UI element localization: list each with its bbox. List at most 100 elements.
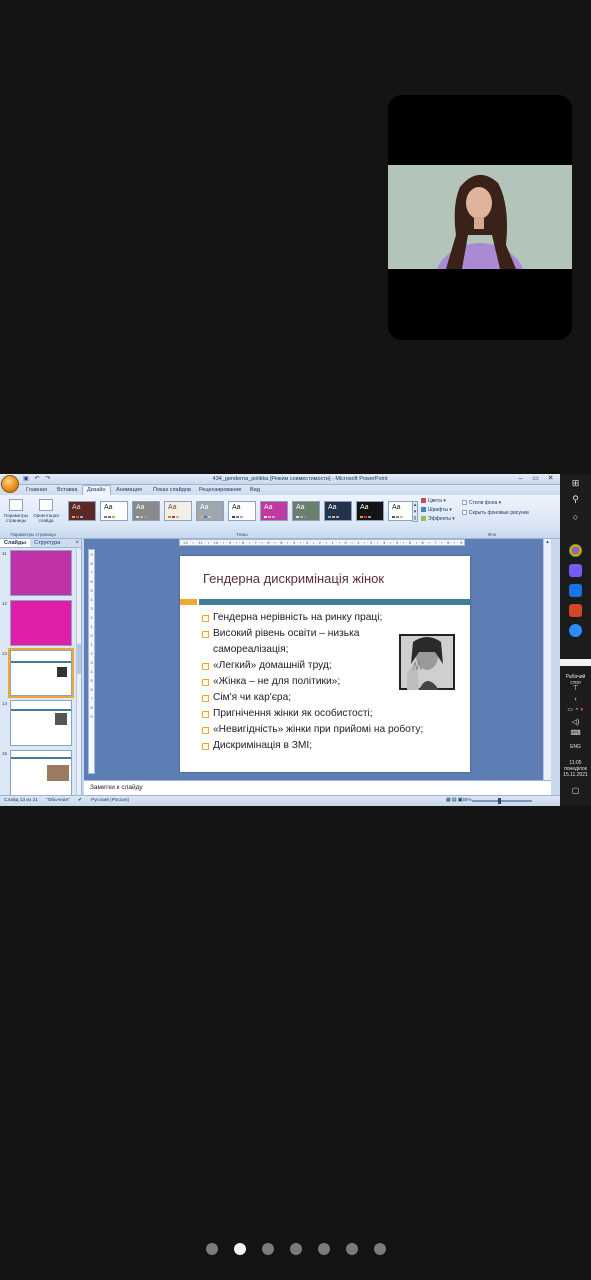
tab-home[interactable]: Главная <box>22 486 51 495</box>
slide-thumbnail[interactable] <box>10 750 72 795</box>
app-icon[interactable] <box>569 564 582 577</box>
tab-animation[interactable]: Анимация <box>112 486 146 495</box>
page-dot[interactable] <box>318 1243 330 1255</box>
page-dot[interactable] <box>262 1243 274 1255</box>
slide-number: 12 <box>2 601 8 606</box>
effects-button[interactable]: Эффекты ▾ <box>421 516 455 523</box>
redo-icon[interactable]: ↷ <box>44 475 52 483</box>
slide-counter: Слайд 13 из 21 <box>4 798 38 803</box>
theme-thumb[interactable]: Aa <box>324 501 352 521</box>
bullet-item: Гендерна нерівність на ринку праці; <box>202 610 452 626</box>
page-setup-label: Параметры страницы <box>4 513 28 523</box>
tab-view[interactable]: Вид <box>246 486 264 495</box>
slide-thumbnail[interactable] <box>10 600 72 646</box>
hide-bg-checkbox[interactable]: Скрыть фоновые рисунки <box>462 510 529 517</box>
view-buttons[interactable]: ▦ ▤ ▣ <box>446 796 462 806</box>
pin-icon[interactable]: ⊤ <box>560 684 591 692</box>
zoom-slider[interactable] <box>472 800 532 802</box>
windows-start-icon[interactable]: ⊞ <box>560 478 591 489</box>
page-dot[interactable] <box>206 1243 218 1255</box>
notifications-icon[interactable]: ▢ <box>560 786 591 795</box>
slide-thumb-row[interactable]: 11 <box>0 549 76 597</box>
tab-outline[interactable]: Структура <box>30 539 64 547</box>
window-controls: – ▭ ✕ <box>514 474 557 484</box>
bullet-item: Сім'я чи кар'єра; <box>202 690 452 706</box>
title-accent-teal <box>199 599 470 605</box>
theme-thumb[interactable]: Aa <box>164 501 192 521</box>
theme-thumb[interactable]: Aa <box>196 501 224 521</box>
theme-more-icon[interactable]: ▴ ▾ ⊽ <box>412 501 418 522</box>
zoom-icon[interactable] <box>569 624 582 637</box>
network-icon[interactable]: ▭ ◔ ● <box>560 706 591 713</box>
language-indicator[interactable]: Русский (Россия) <box>91 796 129 806</box>
page-indicator <box>206 1243 386 1257</box>
colors-button[interactable]: Цвета ▾ <box>421 498 446 505</box>
slide-number: 13 <box>2 651 8 656</box>
slide-thumbnail[interactable] <box>10 700 72 746</box>
current-slide[interactable]: Гендерна дискримінація жінок Гендерна не… <box>180 556 470 772</box>
maximize-icon[interactable]: ▭ <box>529 474 542 484</box>
page-dot[interactable] <box>346 1243 358 1255</box>
slide-thumb-row[interactable]: 13 <box>0 648 76 698</box>
task-view-icon[interactable]: ○ <box>560 512 591 522</box>
theme-thumb[interactable]: Aa <box>228 501 256 521</box>
chrome-icon[interactable] <box>569 544 582 557</box>
slide-number: 11 <box>2 551 7 556</box>
slides-pane-scrollbar[interactable] <box>76 549 81 795</box>
page-dot[interactable] <box>374 1243 386 1255</box>
bg-styles-button[interactable]: Стили фона ▾ <box>462 500 501 507</box>
window-titlebar: ▣ ↶ ↷ 434_genderna_politika [Режим совме… <box>0 474 560 485</box>
slide-thumbnail-selected[interactable] <box>8 648 74 698</box>
tab-slides[interactable]: Слайды <box>0 539 31 547</box>
fonts-icon <box>421 507 426 512</box>
spellcheck-icon[interactable]: ✔ <box>78 796 82 806</box>
background-group-label: Фон <box>487 532 497 537</box>
theme-thumb[interactable]: Aa <box>100 501 128 521</box>
page-dot-active[interactable] <box>234 1243 246 1255</box>
scroll-thumb[interactable] <box>77 644 81 674</box>
theme-thumb[interactable]: Aa <box>356 501 384 521</box>
slide-thumb-row[interactable]: 12 <box>0 599 76 647</box>
page-setup-button[interactable]: Параметры страницы <box>3 499 29 529</box>
slide-thumb-row[interactable]: 14 <box>0 699 76 747</box>
undo-icon[interactable]: ↶ <box>33 475 41 483</box>
fonts-button[interactable]: Шрифты ▾ <box>421 507 452 514</box>
close-icon[interactable]: × <box>75 539 81 547</box>
slide-editor-scrollbar[interactable]: ▴ <box>543 539 551 780</box>
participant-video-tile[interactable] <box>388 95 572 340</box>
theme-gallery: Aa Aa Aa Aa Aa Aa Aa Aa Aa Aa Aa <box>68 501 416 523</box>
theme-thumb[interactable]: Aa <box>132 501 160 521</box>
tab-review[interactable]: Рецензирование <box>195 486 245 495</box>
keyboard-icon[interactable]: ⌨ <box>560 729 591 737</box>
page-dot[interactable] <box>290 1243 302 1255</box>
slide-thumb-row[interactable]: 15 <box>0 749 76 795</box>
theme-thumb[interactable]: Aa <box>292 501 320 521</box>
save-icon[interactable]: ▣ <box>22 475 30 483</box>
zoom-slider-knob[interactable] <box>498 798 501 804</box>
slide-title[interactable]: Гендерна дискримінація жінок <box>203 571 384 586</box>
tab-insert[interactable]: Вставка <box>53 486 81 495</box>
tab-slideshow[interactable]: Показ слайдов <box>149 486 195 495</box>
language-indicator[interactable]: ENG <box>560 744 591 750</box>
scroll-up-icon[interactable]: ▴ <box>544 539 551 546</box>
slide-photo[interactable] <box>399 634 455 690</box>
quick-access-toolbar: ▣ ↶ ↷ <box>22 475 52 484</box>
theme-thumb[interactable]: Aa <box>260 501 288 521</box>
slides-pane-tabs: Слайды Структура × <box>0 539 81 548</box>
office-button[interactable] <box>1 475 19 493</box>
zoom-level[interactable]: 35% <box>462 796 472 806</box>
slide-thumbnail[interactable] <box>10 550 72 596</box>
app-icon[interactable] <box>569 584 582 597</box>
powerpoint-icon[interactable] <box>569 604 582 617</box>
checkbox-icon <box>462 510 467 515</box>
participant-video <box>388 165 572 269</box>
orientation-button[interactable]: Ориентация слайда <box>33 499 59 529</box>
close-icon[interactable]: ✕ <box>544 474 557 484</box>
minimize-icon[interactable]: – <box>514 474 527 484</box>
volume-icon[interactable]: ◁) <box>560 718 591 726</box>
search-icon[interactable]: ⚲ <box>560 494 591 505</box>
orientation-icon <box>39 499 53 511</box>
chevron-left-icon[interactable]: ‹ <box>560 696 591 703</box>
notes-pane[interactable]: Заметки к слайду <box>84 780 551 795</box>
theme-thumb[interactable]: Aa <box>68 501 96 521</box>
